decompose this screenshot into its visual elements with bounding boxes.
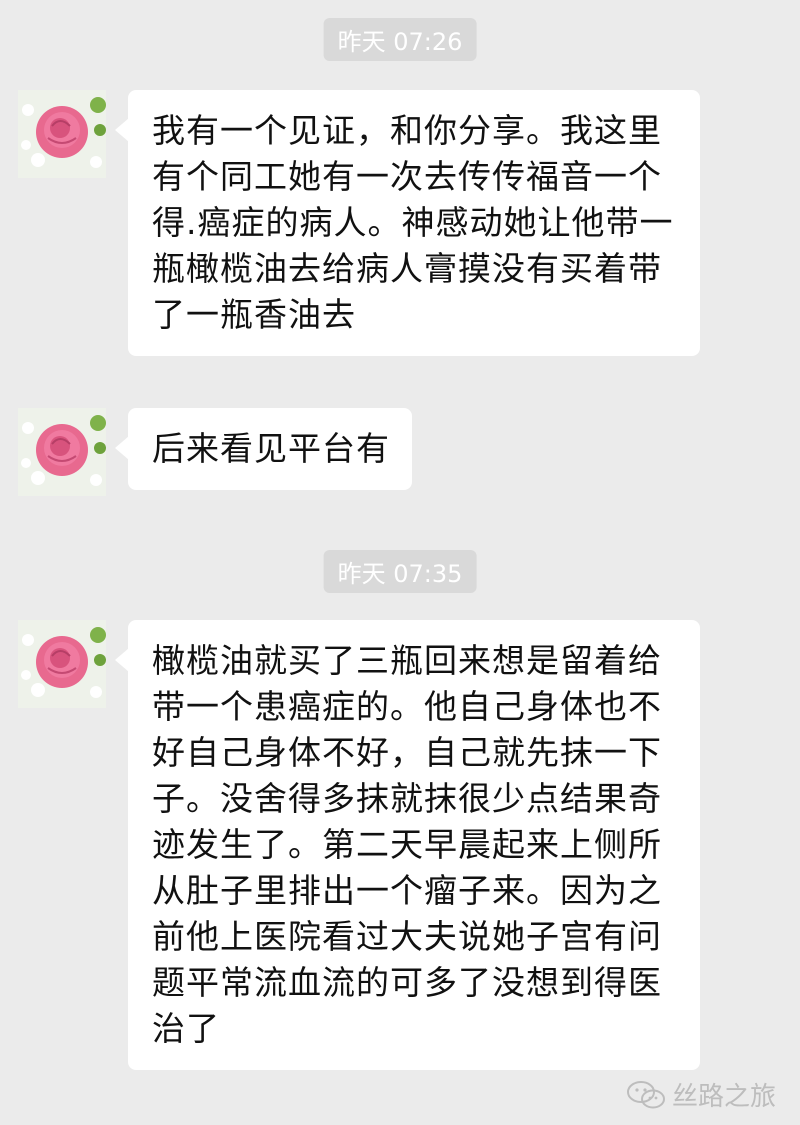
rose-avatar-image [18,90,106,178]
timestamp-1: 昨天 07:26 [323,18,477,61]
avatar[interactable] [18,620,106,708]
avatar[interactable] [18,408,106,496]
message-bubble[interactable]: 橄榄油就买了三瓶回来想是留着给带一个患癌症的。他自己身体也不好自己身体不好，自己… [115,620,700,1070]
message-bubble[interactable]: 后来看见平台有 [115,408,412,490]
rose-avatar-image [18,408,106,496]
rose-avatar-image [18,620,106,708]
message-bubble[interactable]: 我有一个见证，和你分享。我这里有个同工她有一次去传传福音一个得.癌症的病人。神感… [115,90,700,356]
watermark: 丝路之旅 [626,1076,776,1113]
timestamp-2: 昨天 07:35 [323,550,477,593]
wechat-icon [626,1080,665,1108]
avatar[interactable] [18,90,106,178]
watermark-text: 丝路之旅 [671,1082,776,1112]
